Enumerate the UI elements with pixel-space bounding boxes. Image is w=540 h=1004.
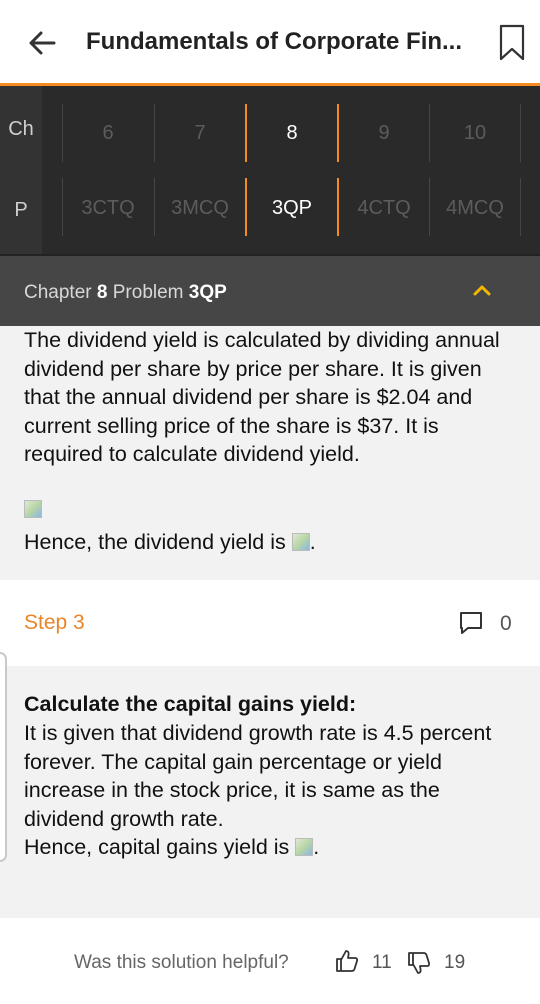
likes-count: 11 [372,952,392,973]
step-3-header: Step 3 0 [0,580,540,666]
chapter-item[interactable]: 7 [154,122,246,145]
helpful-question: Was this solution helpful? [74,952,289,973]
chapter-item[interactable]: 10 [429,122,521,145]
formula-image-icon [295,838,314,856]
chapter-number: 8 [96,282,108,303]
step-3-heading: Calculate the capital gains yield: [24,692,357,716]
feedback-bar: Was this solution helpful? 11 19 [0,918,540,1004]
step-2-conclusion: Hence, the dividend yield is . [24,530,316,554]
back-arrow-icon[interactable] [26,27,58,59]
comment-count: 0 [500,612,512,635]
problem-item[interactable]: 4CTQ [338,197,430,220]
problem-id: 3QP [188,282,227,303]
step-2-paragraph: The dividend yield is calculated by divi… [24,328,500,466]
problem-header[interactable]: Chapter 8 Problem 3QP [0,254,540,326]
step-title: Step 3 [24,611,85,634]
chapter-item[interactable]: 9 [338,122,430,145]
chapter-word: Chapter [24,282,92,303]
formula-image-icon [24,500,42,518]
step-2-content: The dividend yield is calculated by divi… [0,326,540,578]
app-bar: Fundamentals of Corporate Fin... [0,0,540,86]
thumbs-down-icon[interactable] [406,950,432,976]
comment-icon[interactable] [458,610,484,636]
chapter-item-active[interactable]: 8 [246,122,338,145]
page-title: Fundamentals of Corporate Fin... [86,28,463,55]
side-drawer-handle[interactable] [0,652,7,862]
collapse-caret-icon[interactable] [473,284,491,296]
step-3-content: Calculate the capital gains yield: It is… [0,666,540,916]
formula-image-icon [291,533,310,551]
problem-item[interactable]: 3CTQ [62,197,154,220]
chapter-item[interactable]: 6 [62,122,154,145]
dislikes-count: 19 [444,952,466,973]
chapter-label: Ch [8,118,34,140]
step-3-paragraph: It is given that dividend growth rate is… [24,721,492,831]
problem-item[interactable]: 3MCQ [154,197,246,220]
step-3-conclusion: Hence, capital gains yield is . [24,835,320,859]
chapter-problem-navigator: Ch P 6 7 8 9 10 3CTQ 3MCQ 3QP 4CTQ 4MCQ [0,86,540,254]
problem-word: Problem [112,282,184,303]
problem-label: P [14,199,28,221]
problem-header-text: Chapter 8 Problem 3QP [24,282,227,304]
navigator-panel: 6 7 8 9 10 3CTQ 3MCQ 3QP 4CTQ 4MCQ [42,86,540,254]
bookmark-icon[interactable] [498,24,526,62]
thumbs-up-icon[interactable] [334,948,360,974]
problem-item[interactable]: 4MCQ [429,197,521,220]
problem-item-active[interactable]: 3QP [246,197,338,220]
